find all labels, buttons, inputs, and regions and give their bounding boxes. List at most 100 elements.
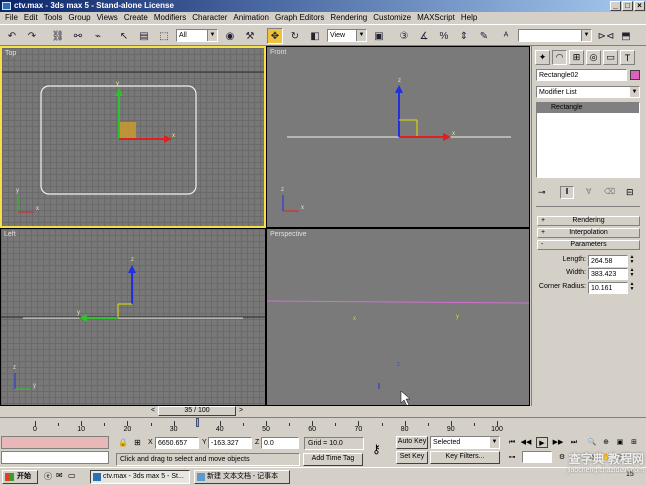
- pan-icon[interactable]: ✋: [600, 452, 612, 463]
- minimize-button[interactable]: _: [610, 1, 621, 11]
- make-unique-icon[interactable]: ∀: [586, 187, 591, 196]
- time-next-icon[interactable]: >: [236, 406, 246, 416]
- z-coordinate-input[interactable]: 0.0: [261, 437, 299, 449]
- use-pivot-center-icon[interactable]: ▣: [371, 28, 387, 44]
- zoom-extents-icon[interactable]: ▣: [614, 437, 626, 448]
- track-bar[interactable]: 0 10 20 30 40 50 60 70 80 90 100: [0, 417, 646, 434]
- menu-create[interactable]: Create: [121, 12, 151, 24]
- named-selection-sets-dropdown[interactable]: ▼: [518, 29, 592, 42]
- quicklaunch-outlook-icon[interactable]: ✉: [56, 471, 63, 480]
- x-coordinate-input[interactable]: 6650.657: [155, 437, 199, 449]
- set-key-button[interactable]: Set Key: [396, 451, 428, 464]
- go-to-end-icon[interactable]: ⏭: [568, 437, 580, 448]
- angle-snap-icon[interactable]: ∡: [416, 28, 432, 44]
- object-name-field[interactable]: Rectangle02: [536, 69, 627, 81]
- arc-rotate-icon[interactable]: ⟳: [614, 452, 626, 463]
- maxscript-listener-pink[interactable]: [1, 436, 109, 449]
- menu-edit[interactable]: Edit: [21, 12, 41, 24]
- quicklaunch-desktop-icon[interactable]: ▭: [68, 471, 76, 480]
- time-prev-icon[interactable]: <: [148, 406, 158, 416]
- maximize-viewport-icon[interactable]: ⬜: [628, 452, 640, 463]
- show-end-result-icon[interactable]: ‖: [560, 186, 574, 199]
- hierarchy-tab-icon[interactable]: ⊞: [569, 50, 584, 65]
- menu-animation[interactable]: Animation: [230, 12, 272, 24]
- previous-frame-icon[interactable]: ◀◀: [520, 437, 532, 448]
- modify-tab-icon[interactable]: ◠: [552, 50, 567, 65]
- stack-item-rectangle[interactable]: Rectangle: [537, 103, 639, 113]
- menu-graph-editors[interactable]: Graph Editors: [272, 12, 327, 24]
- zoom-all-icon[interactable]: ⊕: [600, 437, 612, 448]
- select-by-name-icon[interactable]: ▤: [136, 28, 152, 44]
- key-filters-button[interactable]: Key Filters...: [430, 451, 500, 464]
- width-input[interactable]: 383.423: [588, 268, 628, 280]
- viewport-front[interactable]: Front z x z x: [266, 46, 530, 228]
- key-mode-dropdown[interactable]: Selected ▼: [430, 436, 500, 449]
- key-mode-toggle-icon[interactable]: ⊶: [506, 452, 518, 463]
- field-of-view-icon[interactable]: ◇: [586, 452, 598, 463]
- selection-filter-dropdown[interactable]: All ▼: [176, 29, 218, 42]
- quicklaunch-ie-icon[interactable]: ⓔ: [44, 471, 52, 482]
- maxscript-listener-white[interactable]: [1, 451, 109, 464]
- select-and-move-icon[interactable]: ✥: [267, 28, 283, 44]
- next-frame-icon[interactable]: ▶▶: [552, 437, 564, 448]
- current-frame-field[interactable]: [522, 451, 552, 463]
- menu-group[interactable]: Group: [65, 12, 93, 24]
- utilities-tab-icon[interactable]: T: [620, 50, 635, 65]
- select-and-link-icon[interactable]: ⛓: [50, 28, 66, 44]
- length-spinner-icon[interactable]: ▲ ▼: [629, 255, 635, 266]
- modifier-list-dropdown[interactable]: Modifier List ▼: [536, 86, 640, 98]
- configure-sets-icon[interactable]: ⊟: [626, 187, 634, 198]
- play-icon[interactable]: ▶: [536, 437, 548, 448]
- menu-maxscript[interactable]: MAXScript: [414, 12, 458, 24]
- snap-toggle-icon[interactable]: ③: [396, 28, 412, 44]
- select-object-icon[interactable]: ↖: [116, 28, 132, 44]
- select-and-rotate-icon[interactable]: ↻: [287, 28, 303, 44]
- percent-snap-icon[interactable]: %: [436, 28, 452, 44]
- select-and-scale-icon[interactable]: ◧: [307, 28, 323, 44]
- undo-icon[interactable]: ↶: [4, 28, 20, 44]
- current-frame-marker[interactable]: [195, 418, 199, 427]
- spinner-snap-icon[interactable]: ⇕: [456, 28, 472, 44]
- bind-space-warp-icon[interactable]: ⌁: [90, 28, 106, 44]
- window-crossing-icon[interactable]: ⚒: [242, 28, 258, 44]
- reference-coord-dropdown[interactable]: View ▼: [327, 29, 367, 42]
- rollout-rendering[interactable]: + Rendering: [537, 216, 640, 226]
- abc-icon[interactable]: ᴬ: [498, 28, 514, 44]
- display-tab-icon[interactable]: ▭: [603, 50, 618, 65]
- redo-icon[interactable]: ↷: [24, 28, 40, 44]
- select-and-manipulate-icon[interactable]: ◉: [222, 28, 238, 44]
- time-config-icon[interactable]: ⚙: [556, 452, 568, 463]
- menu-rendering[interactable]: Rendering: [327, 12, 370, 24]
- menu-customize[interactable]: Customize: [370, 12, 414, 24]
- width-spinner-icon[interactable]: ▲ ▼: [629, 268, 635, 279]
- menu-help[interactable]: Help: [458, 12, 480, 24]
- maximize-button[interactable]: □: [622, 1, 633, 11]
- auto-key-button[interactable]: Auto Key: [396, 436, 428, 449]
- rectangular-selection-icon[interactable]: ⬚: [156, 28, 172, 44]
- object-color-swatch[interactable]: [630, 70, 640, 80]
- menu-character[interactable]: Character: [189, 12, 230, 24]
- remove-modifier-icon[interactable]: ⌫: [604, 187, 615, 196]
- length-input[interactable]: 264.58: [588, 255, 628, 267]
- set-key-icon[interactable]: ⚷: [372, 442, 381, 456]
- zoom-icon[interactable]: 🔍: [586, 437, 598, 448]
- viewport-top[interactable]: Top y x y x: [0, 46, 266, 228]
- align-icon[interactable]: ⬒: [618, 28, 634, 44]
- absolute-mode-icon[interactable]: ⊞: [134, 438, 141, 447]
- viewport-perspective[interactable]: Perspective x y z: [266, 228, 530, 406]
- named-selection-icon[interactable]: ✎: [476, 28, 492, 44]
- add-time-tag-button[interactable]: Add Time Tag: [303, 453, 363, 466]
- zoom-extents-all-icon[interactable]: ⊞: [628, 437, 640, 448]
- menu-file[interactable]: File: [2, 12, 21, 24]
- pin-stack-icon[interactable]: ⊸: [538, 187, 546, 198]
- menu-modifiers[interactable]: Modifiers: [151, 12, 189, 24]
- rollout-parameters[interactable]: - Parameters: [537, 240, 640, 250]
- close-button[interactable]: ×: [634, 1, 645, 11]
- y-coordinate-input[interactable]: -163.327: [208, 437, 252, 449]
- task-notepad[interactable]: 新建 文本文档 - 记事本: [194, 470, 290, 484]
- corner-radius-spinner-icon[interactable]: ▲ ▼: [629, 282, 635, 293]
- rollout-interpolation[interactable]: + Interpolation: [537, 228, 640, 238]
- create-tab-icon[interactable]: ✦: [535, 50, 550, 65]
- corner-radius-input[interactable]: 10.161: [588, 282, 628, 294]
- task-3dsmax[interactable]: ctv.max - 3ds max 5 - St...: [90, 470, 190, 484]
